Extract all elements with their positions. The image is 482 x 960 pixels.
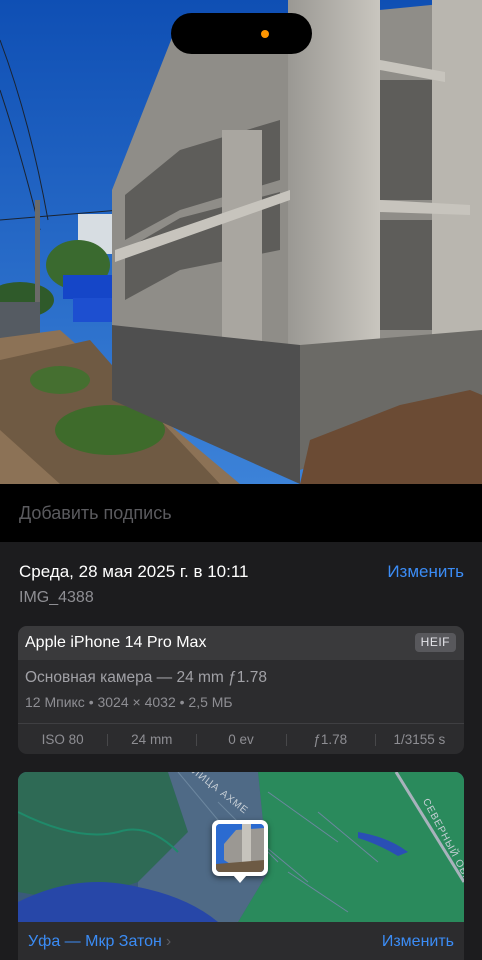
location-link[interactable]: Уфа — Мкр Затон › <box>28 933 171 951</box>
photo-thumbnail <box>216 824 264 872</box>
camera-info-card: Apple iPhone 14 Pro Max HEIF Основная ка… <box>18 626 464 754</box>
chevron-right-icon: › <box>165 933 172 950</box>
lens-info: Основная камера — 24 mm ƒ1.78 <box>25 669 267 686</box>
exif-row: ISO 80 24 mm 0 ev ƒ1.78 1/3155 s <box>18 723 464 754</box>
edit-date-button[interactable]: Изменить <box>387 562 464 582</box>
photo-location-pin[interactable] <box>212 820 268 883</box>
location-name: Уфа — Мкр Затон <box>28 933 162 950</box>
exif-exposure-value: 0 ev <box>196 732 285 747</box>
exif-focal-length: 24 mm <box>107 732 196 747</box>
file-name: IMG_4388 <box>19 589 94 606</box>
edit-location-button[interactable]: Изменить <box>382 933 454 951</box>
dynamic-island <box>171 13 312 54</box>
info-sheet: Среда, 28 мая 2025 г. в 10:11 Изменить I… <box>0 542 482 960</box>
add-caption-placeholder[interactable]: Добавить подпись <box>19 503 172 524</box>
exif-shutter-speed: 1/3155 s <box>374 732 464 747</box>
location-bar: Уфа — Мкр Затон › Изменить <box>18 922 464 960</box>
image-specs: 12 Мпикс • 3024 × 4032 • 2,5 МБ <box>25 694 233 710</box>
building-photo <box>0 0 482 484</box>
photo-viewer[interactable] <box>0 0 482 484</box>
exif-aperture: ƒ1.78 <box>285 732 375 747</box>
caption-bar[interactable]: Добавить подпись <box>0 484 482 542</box>
device-name: Apple iPhone 14 Pro Max <box>25 634 207 651</box>
device-header: Apple iPhone 14 Pro Max HEIF <box>18 626 464 660</box>
location-map[interactable]: ЛИЦА АХМЕ СЕВЕРНЫЙ ОБХОД <box>18 772 464 922</box>
format-badge: HEIF <box>414 633 456 652</box>
photo-date: Среда, 28 мая 2025 г. в 10:11 <box>19 562 249 581</box>
exif-iso: ISO 80 <box>41 732 84 747</box>
orange-privacy-dot-icon <box>261 30 269 38</box>
